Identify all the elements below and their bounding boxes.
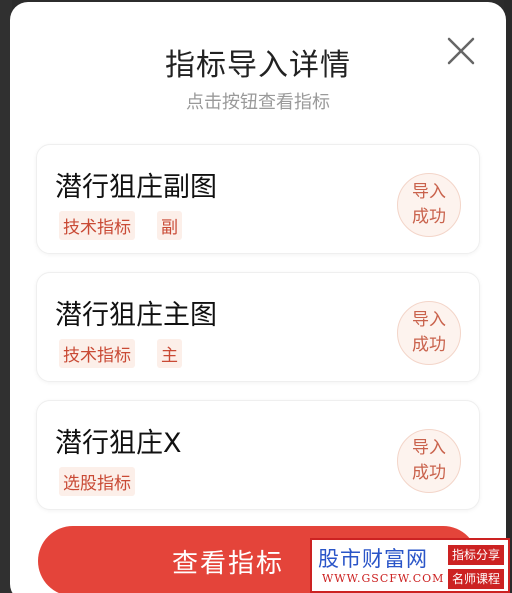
view-indicator-label: 查看指标 (171, 548, 284, 579)
status-line: 导入 (412, 438, 446, 458)
import-status-badge: 导入 成功 (397, 429, 461, 493)
watermark: 股市财富网 WWW.GSCFW.COM 指标分享 名师课程 (310, 538, 510, 593)
indicator-tag: 技术指标 (59, 211, 135, 240)
indicator-tag: 技术指标 (59, 339, 135, 368)
indicator-name: 潜行狙庄主图 (55, 300, 217, 331)
indicator-tags: 技术指标 副 (59, 211, 182, 240)
status-line: 成功 (412, 463, 446, 483)
indicator-tag: 主 (157, 339, 182, 368)
status-line: 导入 (412, 310, 446, 330)
indicator-card[interactable]: 潜行狙庄主图 技术指标 主 导入 成功 (36, 272, 480, 382)
indicator-name: 潜行狙庄X (55, 428, 182, 459)
indicator-tag: 选股指标 (59, 467, 135, 496)
indicator-tags: 技术指标 主 (59, 339, 182, 368)
dialog-subtitle: 点击按钮查看指标 (186, 92, 330, 113)
indicator-tags: 选股指标 (59, 467, 135, 496)
import-status-badge: 导入 成功 (397, 173, 461, 237)
dialog-title: 指标导入详情 (165, 48, 351, 83)
indicator-name: 潜行狙庄副图 (55, 172, 217, 203)
watermark-url: WWW.GSCFW.COM (322, 572, 445, 585)
status-line: 成功 (412, 335, 446, 355)
watermark-tag: 指标分享 (448, 545, 504, 565)
import-status-badge: 导入 成功 (397, 301, 461, 365)
watermark-tag: 名师课程 (448, 569, 504, 589)
status-line: 导入 (412, 182, 446, 202)
indicator-card[interactable]: 潜行狙庄X 选股指标 导入 成功 (36, 400, 480, 510)
indicator-tag: 副 (157, 211, 182, 240)
status-line: 成功 (412, 207, 446, 227)
indicator-import-dialog: 指标导入详情 点击按钮查看指标 潜行狙庄副图 技术指标 副 导入 成功 潜行狙庄… (10, 2, 506, 593)
watermark-site-name: 股市财富网 (318, 547, 428, 571)
close-icon[interactable] (446, 36, 476, 66)
indicator-card[interactable]: 潜行狙庄副图 技术指标 副 导入 成功 (36, 144, 480, 254)
